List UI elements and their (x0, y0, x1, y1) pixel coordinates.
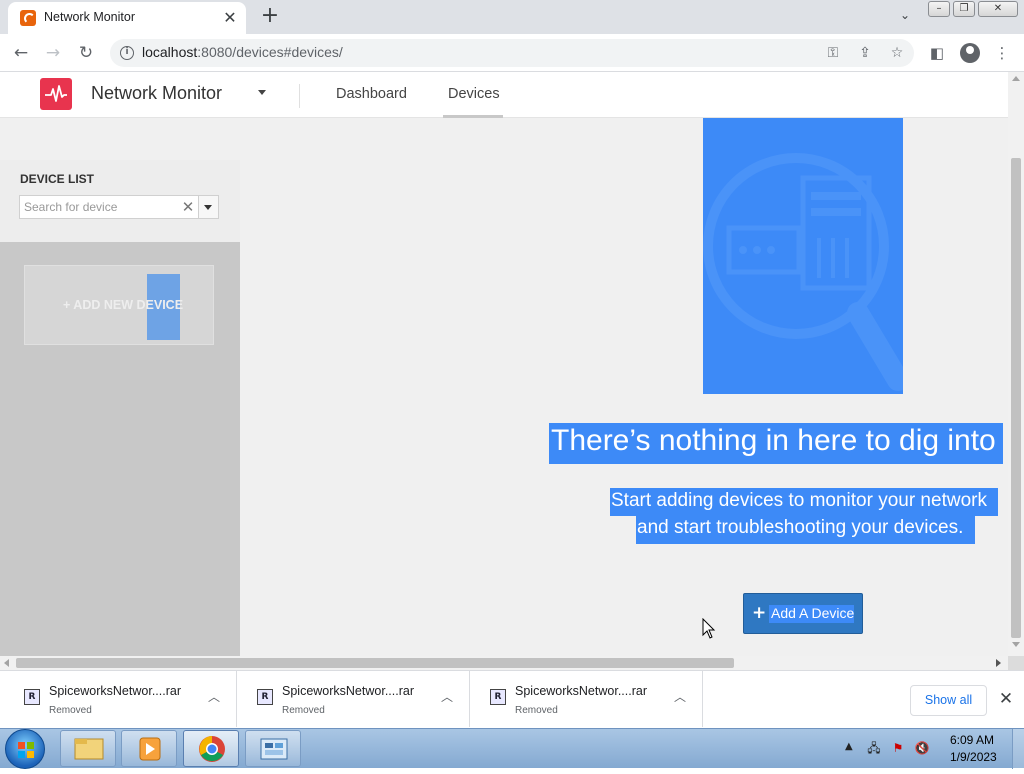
volume-muted-icon[interactable]: 🔇 (914, 740, 930, 756)
address-bar[interactable]: i localhost:8080/devices#devices/ ⚿ ⇪ ☆ (110, 39, 914, 67)
nav-tab-devices[interactable]: Devices (448, 86, 500, 102)
scroll-up-arrow-icon[interactable] (1012, 76, 1020, 81)
download-item[interactable]: R SpiceworksNetwor....rar Removed ︿ (237, 671, 470, 727)
browser-titlebar: Network Monitor ✕ + ⌄ – ❐ ✕ (0, 0, 1024, 34)
horizontal-scroll-thumb[interactable] (16, 658, 734, 668)
url-path: :8080/devices#devices/ (197, 44, 343, 60)
clock-date[interactable]: 1/9/2023 (950, 750, 997, 764)
device-search-input[interactable] (24, 199, 174, 215)
app-header: Network Monitor Dashboard Devices (0, 72, 1008, 118)
download-filename: SpiceworksNetwor....rar (282, 684, 414, 698)
action-center-flag-icon[interactable]: ⚑ (890, 740, 906, 756)
chevron-up-icon[interactable]: ︿ (206, 689, 222, 705)
site-info-icon[interactable]: i (120, 46, 134, 60)
url-text[interactable]: localhost:8080/devices#devices/ (142, 44, 343, 60)
app-name[interactable]: Network Monitor (91, 83, 222, 104)
vertical-scrollbar[interactable] (1008, 72, 1024, 656)
side-panel-icon[interactable]: ◧ (927, 43, 947, 63)
clear-search-icon[interactable]: ✕ (180, 198, 196, 216)
windows-taskbar: ▲ 🖧 ⚑ 🔇 6:09 AM 1/9/2023 (0, 728, 1024, 769)
app-switcher-caret-icon[interactable] (258, 90, 266, 95)
download-filename: SpiceworksNetwor....rar (515, 684, 647, 698)
device-list-title: DEVICE LIST (20, 172, 95, 186)
add-device-button[interactable]: + Add A Device (743, 593, 863, 634)
close-shelf-icon[interactable]: ✕ (996, 688, 1016, 710)
scrollbar-corner (1008, 656, 1024, 670)
nav-tab-dashboard[interactable]: Dashboard (336, 86, 407, 102)
header-divider (299, 84, 300, 108)
horizontal-scrollbar[interactable] (0, 656, 1008, 670)
network-tray-icon[interactable]: 🖧 (866, 740, 882, 756)
download-status: Removed (49, 705, 92, 716)
pulse-logo-icon[interactable] (40, 78, 72, 110)
chevron-up-icon[interactable]: ︿ (672, 689, 688, 705)
minimize-button[interactable]: – (928, 1, 950, 17)
page-content: DEVICE LIST ✕ + ADD NEW DEVICE There’s n… (0, 118, 1008, 656)
rar-file-icon: R (257, 689, 273, 705)
scroll-down-arrow-icon[interactable] (1012, 642, 1020, 647)
rar-file-icon: R (490, 689, 506, 705)
download-status: Removed (282, 705, 325, 716)
scroll-right-arrow-icon[interactable] (996, 659, 1001, 667)
kebab-menu-icon[interactable]: ⋮ (992, 43, 1012, 63)
taskbar-file-explorer[interactable] (60, 730, 116, 767)
magnifier-devices-illustration (703, 118, 909, 394)
search-dropdown-button[interactable] (199, 195, 219, 219)
bookmark-star-icon[interactable]: ☆ (888, 44, 906, 62)
profile-avatar-icon[interactable] (960, 43, 980, 63)
vertical-scroll-thumb[interactable] (1011, 158, 1021, 638)
device-search-box[interactable]: ✕ (19, 195, 199, 219)
close-window-button[interactable]: ✕ (978, 1, 1018, 17)
add-new-device-card[interactable]: + ADD NEW DEVICE (24, 265, 214, 345)
download-filename: SpiceworksNetwor....rar (49, 684, 181, 698)
tab-title: Network Monitor (44, 10, 135, 24)
empty-state-subtitle-line2: and start troubleshooting your devices. (637, 517, 964, 538)
reload-icon[interactable]: ↻ (75, 42, 97, 64)
tray-expand-icon[interactable]: ▲ (845, 741, 853, 752)
browser-tab[interactable]: Network Monitor ✕ (8, 2, 246, 34)
scroll-left-arrow-icon[interactable] (4, 659, 9, 667)
empty-state-subtitle-line1: Start adding devices to monitor your net… (611, 490, 987, 511)
clock-time[interactable]: 6:09 AM (950, 733, 994, 747)
back-arrow-icon[interactable]: ← (10, 42, 32, 64)
close-tab-icon[interactable]: ✕ (220, 8, 240, 28)
start-button[interactable] (5, 729, 45, 769)
taskbar-media-player[interactable] (121, 730, 177, 767)
rar-file-icon: R (24, 689, 40, 705)
plus-icon: + (752, 603, 767, 623)
show-desktop-button[interactable] (1012, 729, 1024, 769)
url-host: localhost (142, 44, 198, 60)
empty-state-title: There’s nothing in here to dig into (551, 424, 996, 457)
download-status: Removed (515, 705, 558, 716)
taskbar-control-panel[interactable] (245, 730, 301, 767)
show-all-downloads-button[interactable]: Show all (910, 685, 987, 716)
restore-button[interactable]: ❐ (953, 1, 975, 17)
taskbar-chrome[interactable] (183, 730, 239, 767)
download-item[interactable]: R SpiceworksNetwor....rar Removed ︿ (4, 671, 237, 727)
key-icon[interactable]: ⚿ (824, 44, 842, 62)
add-new-device-label: + ADD NEW DEVICE (63, 298, 184, 312)
new-tab-button[interactable]: + (258, 5, 282, 28)
download-item[interactable]: R SpiceworksNetwor....rar Removed ︿ (470, 671, 703, 727)
tab-search-chevron-icon[interactable]: ⌄ (896, 8, 914, 26)
share-icon[interactable]: ⇪ (856, 44, 874, 62)
browser-toolbar: ← → ↻ i localhost:8080/devices#devices/ … (0, 34, 1024, 72)
add-device-label: Add A Device (771, 605, 855, 621)
chevron-up-icon[interactable]: ︿ (439, 689, 455, 705)
favicon-icon (20, 10, 36, 26)
forward-arrow-icon[interactable]: → (42, 42, 64, 64)
download-shelf: R SpiceworksNetwor....rar Removed ︿ R Sp… (0, 670, 1024, 728)
